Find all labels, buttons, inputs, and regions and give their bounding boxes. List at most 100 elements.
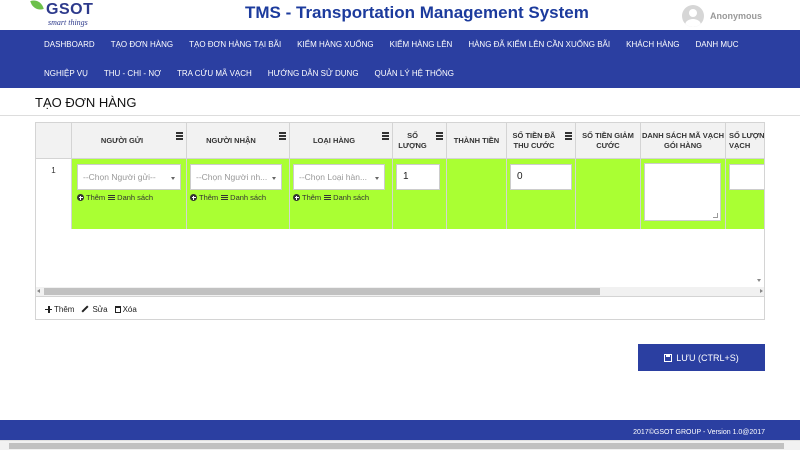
amount-paid-input[interactable]: 0 — [510, 164, 572, 190]
sender-placeholder: --Chọn Người gửi-- — [83, 172, 156, 182]
grid-horizontal-scrollbar[interactable] — [36, 287, 764, 296]
app-header: GSOT smart things TMS - Transportation M… — [0, 0, 800, 30]
nav-create-order[interactable]: TẠO ĐƠN HÀNG — [103, 40, 181, 49]
order-grid: Người gửi Người nhận Loại hàng Số lượng … — [35, 122, 765, 320]
nav-row-1: DASHBOARD TẠO ĐƠN HÀNG TẠO ĐƠN HÀNG TẠI … — [36, 30, 747, 59]
col-label: Loại hàng — [312, 136, 356, 145]
goods-type-actions: Thêm Danh sách — [293, 193, 369, 202]
col-label: Người gửi — [100, 136, 144, 145]
leaf-icon — [30, 0, 44, 13]
plus-circle-icon — [293, 194, 300, 201]
add-sender-link[interactable]: Thêm — [86, 193, 105, 202]
chevron-down-icon — [272, 177, 276, 180]
add-row-label: Thêm — [54, 304, 75, 314]
column-menu-icon[interactable] — [436, 132, 443, 140]
add-row-button[interactable]: Thêm — [45, 305, 74, 314]
nav-check-load[interactable]: KIỂM HÀNG LÊN — [382, 40, 461, 49]
nav-create-order-at-yard[interactable]: TẠO ĐƠN HÀNG TẠI BÃI — [181, 40, 289, 49]
scroll-right-icon[interactable] — [760, 289, 763, 293]
cell-amount-paid: 0 — [507, 159, 576, 229]
user-menu[interactable]: Anonymous — [681, 5, 762, 27]
cell-barcode-count — [726, 159, 764, 229]
barcode-count-input[interactable] — [729, 164, 764, 190]
receiver-list-link[interactable]: Danh sách — [230, 193, 266, 202]
col-goods-type[interactable]: Loại hàng — [290, 123, 393, 159]
grid-toolbar: Thêm Sửa Xóa — [36, 296, 764, 319]
nav-checked-to-yard[interactable]: HÀNG ĐÃ KIỂM LÊN CẦN XUỐNG BÃI — [460, 40, 618, 49]
add-goods-type-link[interactable]: Thêm — [302, 193, 321, 202]
delete-row-button[interactable]: Xóa — [114, 304, 137, 314]
delete-row-label: Xóa — [122, 304, 137, 314]
add-receiver-link[interactable]: Thêm — [199, 193, 218, 202]
nav-user-guide[interactable]: HƯỚNG DẪN SỬ DỤNG — [260, 69, 367, 78]
save-button[interactable]: LƯU (CTRL+S) — [638, 344, 765, 371]
chevron-down-icon — [171, 177, 175, 180]
avatar-icon — [681, 5, 704, 27]
nav-catalog[interactable]: DANH MỤC — [687, 40, 746, 49]
col-sender[interactable]: Người gửi — [72, 123, 187, 159]
col-amount-paid[interactable]: Số tiền đã thu cước — [507, 123, 576, 159]
grid-header: Người gửi Người nhận Loại hàng Số lượng … — [36, 123, 765, 159]
quantity-input[interactable]: 1 — [396, 164, 440, 190]
cell-discount — [576, 159, 641, 229]
goods-type-list-link[interactable]: Danh sách — [333, 193, 369, 202]
main-navigation: DASHBOARD TẠO ĐƠN HÀNG TẠO ĐƠN HÀNG TẠI … — [0, 30, 800, 88]
cell-barcode-list — [641, 159, 726, 229]
nav-dashboard[interactable]: DASHBOARD — [36, 40, 103, 49]
nav-system-admin[interactable]: QUẢN LÝ HỆ THỐNG — [367, 69, 462, 78]
col-barcode-count[interactable]: Số lượng mã vạch — [726, 123, 765, 159]
sender-select[interactable]: --Chọn Người gửi-- — [77, 164, 181, 190]
resize-handle-icon[interactable] — [713, 213, 718, 218]
receiver-placeholder: --Chọn Người nh... — [196, 172, 268, 182]
column-menu-icon[interactable] — [279, 132, 286, 140]
col-discount[interactable]: Số tiền giảm cước — [576, 123, 641, 159]
col-label: Số tiền đã thu cước — [512, 131, 556, 150]
scroll-left-icon[interactable] — [37, 289, 40, 293]
col-label: Thành tiền — [453, 136, 500, 145]
goods-type-select[interactable]: --Chọn Loại hàn... — [293, 164, 385, 190]
cell-receiver: --Chọn Người nh... Thêm Danh sách — [187, 159, 290, 229]
pencil-icon — [81, 305, 89, 313]
copyright-text: 2017©GSOT GROUP - Version 1.0@2017 — [633, 429, 765, 436]
chevron-down-icon — [375, 177, 379, 180]
trash-icon — [114, 305, 121, 313]
scroll-down-icon[interactable] — [757, 279, 761, 282]
nav-check-unload[interactable]: KIỂM HÀNG XUỐNG — [289, 40, 381, 49]
page-horizontal-scrollbar[interactable] — [0, 440, 800, 450]
logo-tagline: smart things — [48, 18, 88, 27]
col-label: Số lượng — [398, 131, 427, 150]
col-quantity[interactable]: Số lượng — [393, 123, 447, 159]
cell-sender: --Chọn Người gửi-- Thêm Danh sách — [72, 159, 187, 229]
col-label: Danh sách mã vạch gói hàng — [641, 131, 725, 150]
receiver-actions: Thêm Danh sách — [190, 193, 266, 202]
scrollbar-thumb[interactable] — [44, 288, 600, 295]
col-barcode-list[interactable]: Danh sách mã vạch gói hàng — [641, 123, 726, 159]
list-icon — [324, 194, 332, 201]
column-menu-icon[interactable] — [382, 132, 389, 140]
col-receiver[interactable]: Người nhận — [187, 123, 290, 159]
nav-barcode-lookup[interactable]: TRA CỨU MÃ VẠCH — [169, 69, 260, 78]
edit-row-button[interactable]: Sửa — [81, 305, 108, 314]
username: Anonymous — [709, 11, 762, 21]
column-menu-icon[interactable] — [176, 132, 183, 140]
table-row[interactable]: 1 --Chọn Người gửi-- Thêm Danh sách --Ch… — [36, 159, 764, 229]
logo-text: GSOT — [46, 1, 94, 18]
nav-finance[interactable]: THU - CHI - NỢ — [96, 69, 169, 78]
save-button-label: LƯU (CTRL+S) — [676, 352, 739, 363]
row-number-header — [36, 123, 72, 159]
receiver-select[interactable]: --Chọn Người nh... — [190, 164, 282, 190]
sender-list-link[interactable]: Danh sách — [117, 193, 153, 202]
nav-row-2: NGHIỆP VỤ THU - CHI - NỢ TRA CỨU MÃ VẠCH… — [36, 59, 462, 88]
goods-type-placeholder: --Chọn Loại hàn... — [299, 172, 368, 182]
barcode-list-textarea[interactable] — [644, 163, 721, 221]
nav-operations[interactable]: NGHIỆP VỤ — [36, 69, 96, 78]
col-total[interactable]: Thành tiền — [447, 123, 507, 159]
plus-circle-icon — [77, 194, 84, 201]
nav-customers[interactable]: KHÁCH HÀNG — [618, 40, 687, 49]
list-icon — [221, 194, 229, 201]
column-menu-icon[interactable] — [565, 132, 572, 140]
gsot-logo[interactable]: GSOT smart things — [30, 0, 114, 29]
col-label: Số lượng mã vạch — [729, 131, 765, 150]
scrollbar-thumb[interactable] — [9, 443, 784, 449]
list-icon — [108, 194, 116, 201]
